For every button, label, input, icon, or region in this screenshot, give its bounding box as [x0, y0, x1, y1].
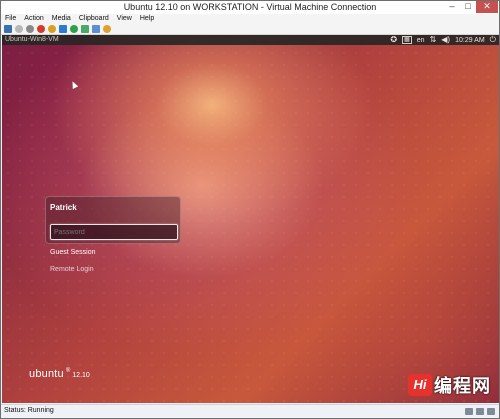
keyboard-layout[interactable]: en — [417, 37, 425, 44]
user-name[interactable]: Patrick — [50, 203, 77, 212]
panel-indicators: ✪ ▦ en ⇅ ◀) 10:29 AM ⏻ — [390, 35, 496, 45]
close-button[interactable]: ✕ — [476, 1, 498, 13]
keyboard-icon[interactable]: ▦ — [402, 36, 412, 44]
pause-icon[interactable] — [59, 24, 67, 33]
window-title: Ubuntu 12.10 on WORKSTATION - Virtual Ma… — [123, 2, 377, 12]
status-icons — [465, 408, 495, 415]
watermark-badge: Hi — [408, 374, 432, 396]
ubuntu-logo: ubuntu ® 12.10 — [29, 368, 90, 380]
vm-connection-window: Ubuntu 12.10 on WORKSTATION - Virtual Ma… — [0, 0, 500, 419]
maximize-button[interactable]: □ — [461, 1, 475, 13]
menu-view[interactable]: View — [117, 14, 132, 23]
vm-hostname: Ubuntu-Win8-VM — [5, 36, 59, 43]
menu-file[interactable]: File — [5, 14, 16, 23]
title-bar[interactable]: Ubuntu 12.10 on WORKSTATION - Virtual Ma… — [1, 1, 499, 14]
keyboard-status-icon — [465, 408, 473, 415]
toolbar — [1, 23, 499, 35]
logo-circle-mark: ® — [65, 368, 71, 374]
reset-icon[interactable] — [70, 24, 78, 33]
watermark-text: 编程网 — [434, 376, 491, 396]
status-text: Status: Running — [4, 407, 54, 414]
turn-off-icon[interactable] — [26, 24, 34, 33]
minimize-button[interactable]: – — [445, 1, 459, 13]
login-box: Patrick — [45, 196, 181, 244]
logo-version: 12.10 — [72, 372, 90, 379]
remote-login-option[interactable]: Remote Login — [50, 266, 94, 273]
menu-media[interactable]: Media — [52, 14, 71, 23]
accessibility-icon[interactable]: ✪ — [390, 35, 397, 45]
guest-session-option[interactable]: Guest Session — [50, 249, 96, 256]
network-icon[interactable]: ⇅ — [430, 35, 437, 45]
snapshot-icon[interactable] — [81, 24, 89, 33]
menu-clipboard[interactable]: Clipboard — [79, 14, 109, 23]
enhanced-session-icon[interactable] — [103, 24, 111, 33]
menu-help[interactable]: Help — [140, 14, 154, 23]
power-icon[interactable]: ⏻ — [490, 35, 496, 45]
lock-status-icon — [487, 408, 495, 415]
menu-action[interactable]: Action — [24, 14, 43, 23]
vm-screen[interactable]: Ubuntu-Win8-VM ✪ ▦ en ⇅ ◀) 10:29 AM ⏻ Pa… — [2, 35, 499, 403]
menu-bar: File Action Media Clipboard View Help — [1, 14, 499, 23]
revert-icon[interactable] — [92, 24, 100, 33]
shutdown-icon[interactable] — [37, 24, 45, 33]
top-panel: Ubuntu-Win8-VM ✪ ▦ en ⇅ ◀) 10:29 AM ⏻ — [2, 35, 499, 45]
ctrl-alt-del-icon[interactable] — [4, 24, 12, 33]
logo-word: ubuntu — [29, 368, 64, 380]
status-bar: Status: Running — [1, 404, 499, 418]
volume-icon[interactable]: ◀) — [441, 35, 450, 45]
password-field[interactable] — [50, 224, 178, 240]
clock[interactable]: 10:29 AM — [455, 37, 485, 44]
mouse-status-icon — [476, 408, 484, 415]
site-watermark: Hi 编程网 — [408, 372, 491, 398]
start-icon[interactable] — [15, 24, 23, 33]
save-icon[interactable] — [48, 24, 56, 33]
